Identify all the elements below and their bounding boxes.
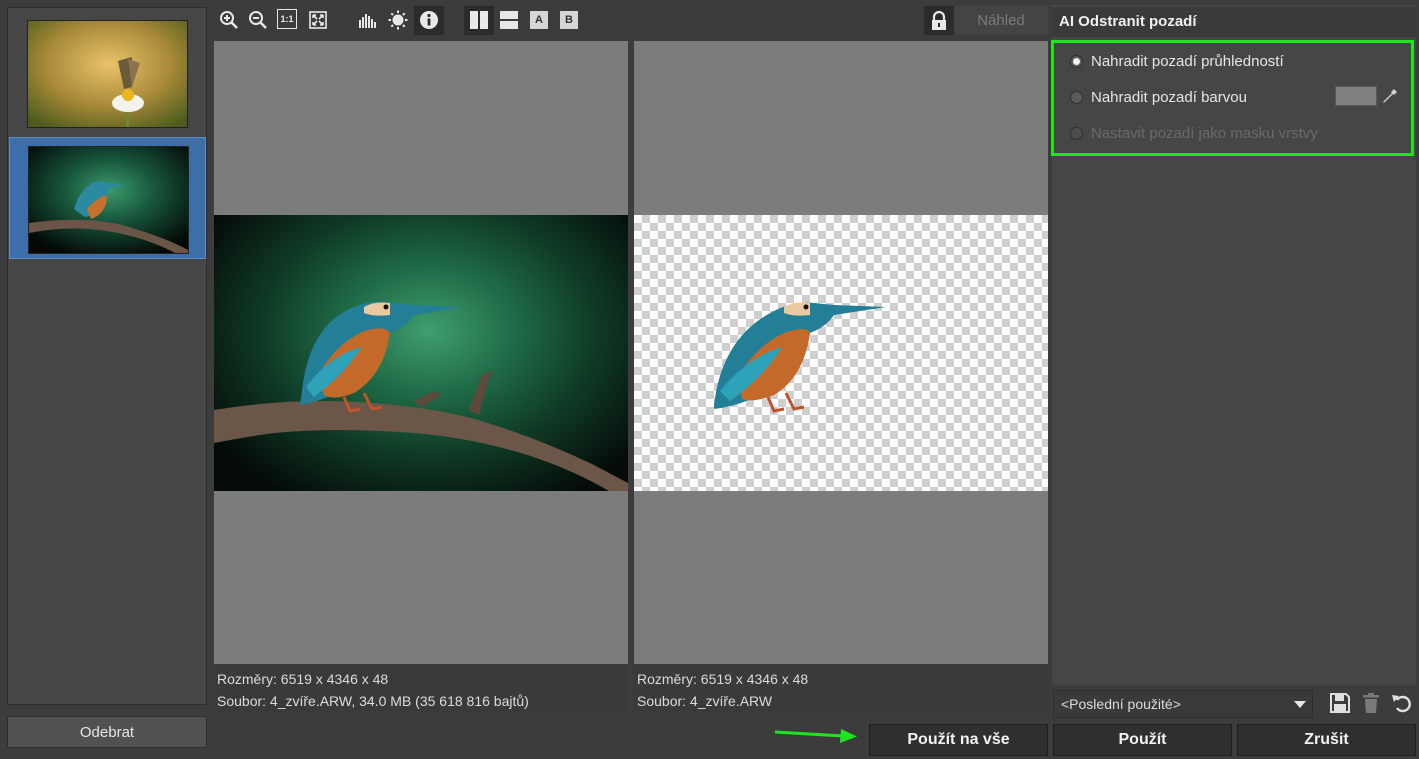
view-a-button[interactable]: A <box>530 11 548 29</box>
color-swatch[interactable] <box>1335 86 1377 106</box>
preview-button[interactable]: Náhled <box>954 6 1048 35</box>
option-transparency-label: Nahradit pozadí průhledností <box>1091 52 1284 70</box>
eyedropper-icon[interactable] <box>1381 87 1399 105</box>
lock-button[interactable] <box>924 6 954 35</box>
histogram-icon[interactable] <box>357 9 379 31</box>
option-layer-mask: Nastavit pozadí jako masku vrstvy <box>1070 123 1318 143</box>
thumbnail-butterfly[interactable] <box>9 14 206 136</box>
result-file: Soubor: 4_zvíře.ARW <box>637 693 773 709</box>
split-vertical-icon[interactable] <box>468 9 490 31</box>
zoom-in-icon[interactable] <box>218 9 240 31</box>
original-info: Rozměry: 6519 x 4346 x 48 Soubor: 4_zvíř… <box>214 664 628 714</box>
view-b-button[interactable]: B <box>560 11 578 29</box>
radio-layer-mask <box>1070 126 1083 140</box>
result-dimensions: Rozměry: 6519 x 4346 x 48 <box>637 671 809 687</box>
result-info: Rozměry: 6519 x 4346 x 48 Soubor: 4_zvíř… <box>634 664 1048 714</box>
thumbnail-image <box>28 146 189 254</box>
info-icon[interactable] <box>418 9 440 31</box>
lock-icon <box>932 10 946 30</box>
presets-dropdown[interactable]: <Poslední použité> <box>1053 690 1313 718</box>
thumbnail-image <box>27 20 188 128</box>
option-color-label: Nahradit pozadí barvou <box>1091 88 1247 106</box>
result-photo-transparent <box>634 215 1048 491</box>
radio-transparency[interactable] <box>1070 54 1083 68</box>
toolbar: 1:1 A B Náhled <box>214 5 1048 35</box>
presets-value: <Poslední použité> <box>1061 696 1181 712</box>
fit-to-window-icon[interactable] <box>307 9 329 31</box>
original-dimensions: Rozměry: 6519 x 4346 x 48 <box>217 671 389 687</box>
result-image-panel[interactable] <box>634 41 1048 664</box>
cancel-button[interactable]: Zrušit <box>1237 724 1416 756</box>
thumbnail-kingfisher[interactable] <box>9 137 206 259</box>
original-photo <box>214 215 628 491</box>
delete-preset-icon[interactable] <box>1360 692 1382 714</box>
brightness-icon[interactable] <box>387 9 409 31</box>
settings-title: AI Odstranit pozadí <box>1052 7 1416 37</box>
filmstrip <box>7 7 207 705</box>
zoom-out-icon[interactable] <box>247 9 269 31</box>
background-options-group: Nahradit pozadí průhledností Nahradit po… <box>1051 40 1414 156</box>
original-image-panel[interactable] <box>214 41 628 664</box>
save-preset-icon[interactable] <box>1329 692 1351 714</box>
chevron-down-icon <box>1294 701 1306 708</box>
option-layer-mask-label: Nastavit pozadí jako masku vrstvy <box>1091 124 1318 142</box>
remove-button[interactable]: Odebrat <box>7 716 207 748</box>
original-file: Soubor: 4_zvíře.ARW, 34.0 MB (35 618 816… <box>217 693 529 709</box>
split-horizontal-icon[interactable] <box>498 9 520 31</box>
apply-all-button[interactable]: Použít na vše <box>869 724 1048 756</box>
option-color[interactable]: Nahradit pozadí barvou <box>1070 87 1247 107</box>
zoom-100-button[interactable]: 1:1 <box>277 9 297 29</box>
option-transparency[interactable]: Nahradit pozadí průhledností <box>1070 51 1284 71</box>
apply-button[interactable]: Použít <box>1053 724 1232 756</box>
radio-color[interactable] <box>1070 90 1083 104</box>
reset-icon[interactable] <box>1391 692 1413 714</box>
annotation-arrow-icon <box>774 729 857 743</box>
